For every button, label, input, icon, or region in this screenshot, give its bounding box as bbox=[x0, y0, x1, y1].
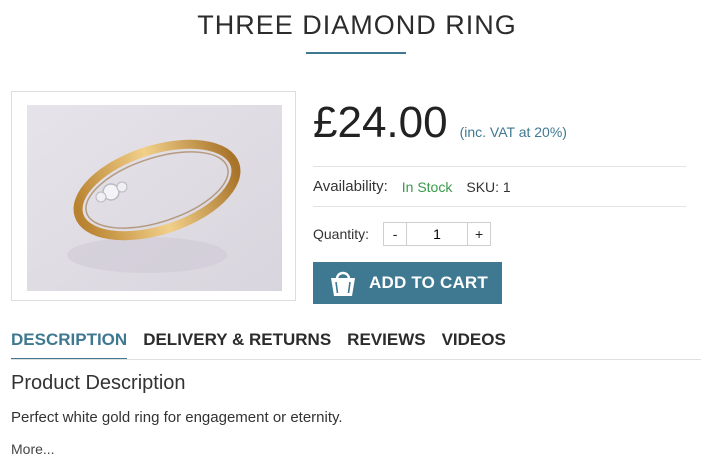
quantity-stepper: - + bbox=[383, 222, 492, 246]
tab-description[interactable]: DESCRIPTION bbox=[11, 330, 128, 360]
title-underline bbox=[306, 52, 406, 54]
quantity-row: Quantity: - + bbox=[313, 222, 492, 246]
product-image-frame[interactable] bbox=[11, 91, 296, 301]
divider bbox=[313, 166, 686, 167]
product-image[interactable] bbox=[27, 105, 282, 291]
availability-status: In Stock bbox=[401, 178, 453, 195]
product-title: THREE DIAMOND RING bbox=[197, 10, 517, 40]
availability-row: Availability: In Stock SKU: 1 bbox=[313, 178, 511, 195]
tab-reviews[interactable]: REVIEWS bbox=[347, 330, 425, 360]
add-to-cart-button[interactable]: ADD TO CART bbox=[313, 262, 502, 304]
price: £24.00 bbox=[313, 98, 448, 147]
quantity-input[interactable] bbox=[406, 223, 469, 245]
quantity-label: Quantity: bbox=[313, 226, 370, 242]
more-link[interactable]: More... bbox=[11, 441, 55, 457]
vat-note: (inc. VAT at 20%) bbox=[459, 124, 567, 140]
description-text: Perfect white gold ring for engagement o… bbox=[11, 409, 343, 426]
divider bbox=[313, 206, 686, 207]
price-row: £24.00 (inc. VAT at 20%) bbox=[313, 98, 567, 148]
add-to-cart-label: ADD TO CART bbox=[369, 273, 488, 292]
quantity-increase-button[interactable]: + bbox=[468, 223, 490, 245]
quantity-decrease-button[interactable]: - bbox=[384, 223, 406, 245]
shopping-bag-icon bbox=[331, 271, 355, 296]
tabs-divider bbox=[11, 359, 701, 360]
description-heading: Product Description bbox=[11, 372, 186, 394]
availability-label: Availability: bbox=[313, 178, 388, 195]
tab-delivery-returns[interactable]: DELIVERY & RETURNS bbox=[143, 330, 331, 360]
sku-label: SKU: 1 bbox=[466, 178, 511, 195]
product-tabs: DESCRIPTION DELIVERY & RETURNS REVIEWS V… bbox=[11, 330, 522, 360]
tab-videos[interactable]: VIDEOS bbox=[442, 330, 506, 360]
